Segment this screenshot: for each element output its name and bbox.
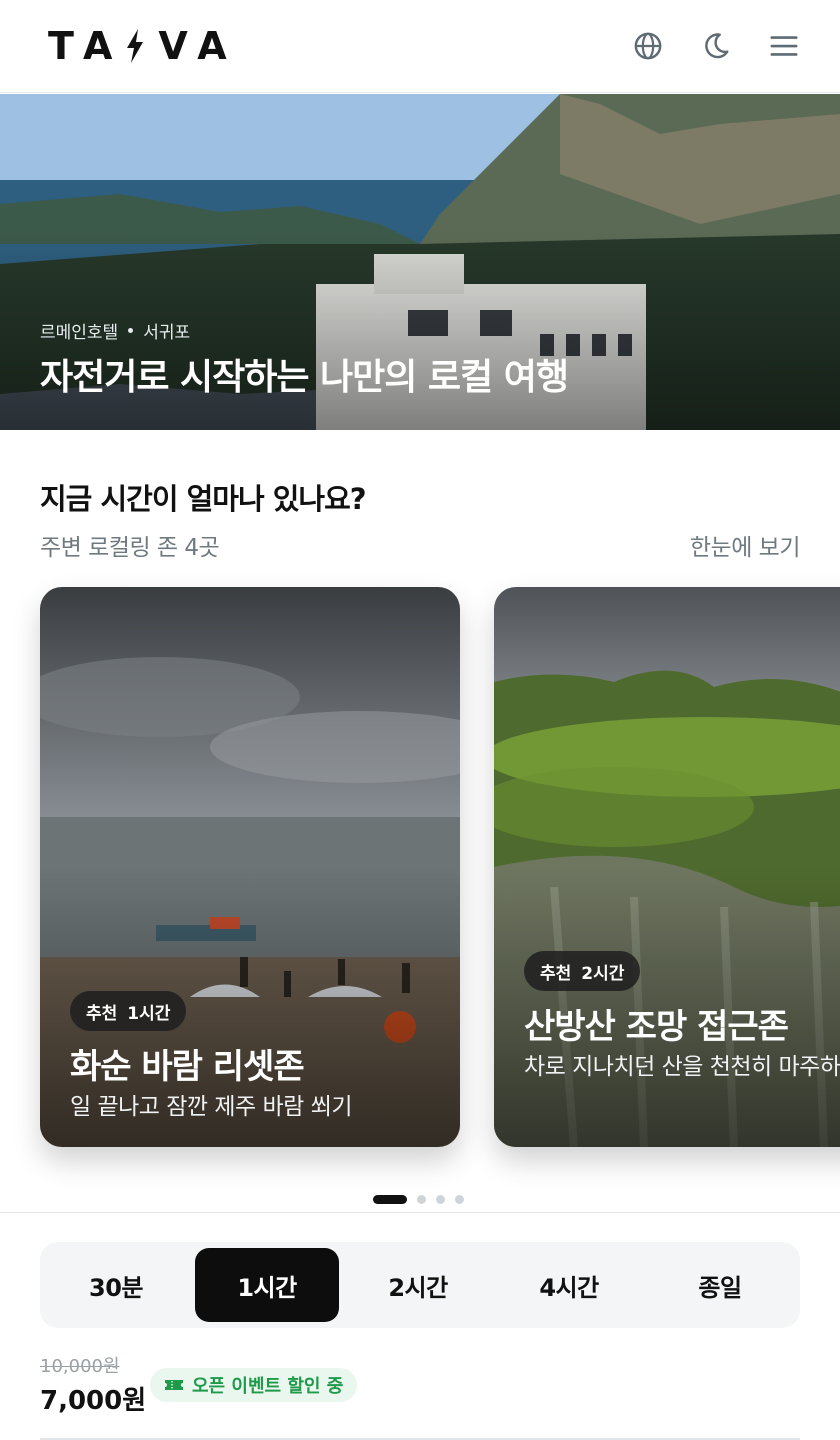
carousel-pager	[373, 1195, 464, 1204]
menu-icon[interactable]	[768, 30, 800, 62]
promo-badge: 오픈 이벤트 할인 중	[150, 1368, 358, 1402]
section-title: 지금 시간이 얼마나 있나요?	[40, 482, 367, 516]
hero-meta: 르메인호텔 서귀포	[40, 318, 190, 343]
hero-title: 자전거로 시작하는 나만의 로컬 여행	[40, 357, 569, 398]
time-option[interactable]: 1시간	[195, 1248, 339, 1322]
logo-text-left: TA	[48, 24, 125, 68]
header-actions	[632, 30, 800, 62]
card-description: 차로 지나치던 산을 천천히 마주하기	[524, 1054, 840, 1080]
time-option[interactable]: 종일	[648, 1248, 792, 1322]
top-header: TA VA	[0, 0, 840, 93]
recommend-badge: 추천 2시간	[524, 951, 641, 991]
time-option[interactable]: 4시간	[497, 1248, 641, 1322]
card-title: 화순 바람 리셋존	[70, 1047, 305, 1087]
time-selector: 30분 1시간 2시간 4시간 종일	[40, 1242, 800, 1328]
time-option[interactable]: 30분	[44, 1248, 188, 1322]
logo-text-right: VA	[158, 24, 239, 68]
badge-time: 2시간	[581, 963, 625, 984]
promo-text: 오픈 이벤트 할인 중	[192, 1376, 344, 1397]
recommend-badge: 추천 1시간	[70, 991, 187, 1031]
ticket-icon	[165, 1380, 183, 1390]
badge-label: 추천	[86, 1003, 118, 1024]
original-price: 10,000원	[40, 1356, 120, 1377]
card-description: 일 끝나고 잠깐 제주 바람 쐬기	[70, 1094, 352, 1120]
zone-card[interactable]: 추천 1시간 화순 바람 리셋존 일 끝나고 잠깐 제주 바람 쐬기	[40, 587, 460, 1147]
divider	[0, 1212, 840, 1213]
hero-area: 서귀포	[143, 323, 191, 343]
section-subtitle: 주변 로컬링 존 4곳	[40, 535, 220, 561]
app-screen: TA VA 르메인호텔 서귀포 자전거로 시작하는 나만의 로컬 여행 지금 시…	[0, 0, 840, 1440]
pager-dot[interactable]	[455, 1195, 464, 1204]
pager-dot[interactable]	[436, 1195, 445, 1204]
hero-banner[interactable]: 르메인호텔 서귀포 자전거로 시작하는 나만의 로컬 여행	[0, 94, 840, 430]
bolt-icon	[127, 29, 144, 63]
brand-logo[interactable]: TA VA	[48, 24, 239, 68]
time-option[interactable]: 2시간	[346, 1248, 490, 1322]
badge-label: 추천	[540, 963, 572, 984]
view-all-link[interactable]: 한눈에 보기	[690, 528, 801, 562]
pager-dot[interactable]	[373, 1195, 407, 1204]
card-title: 산방산 조망 접근존	[524, 1007, 789, 1047]
globe-icon[interactable]	[632, 30, 664, 62]
hero-hotel: 르메인호텔	[40, 323, 119, 343]
pager-dot[interactable]	[417, 1195, 426, 1204]
separator-dot	[128, 328, 134, 333]
badge-time: 1시간	[127, 1003, 171, 1024]
zone-card[interactable]: 추천 2시간 산방산 조망 접근존 차로 지나치던 산을 천천히 마주하기	[494, 587, 840, 1147]
moon-icon[interactable]	[700, 30, 732, 62]
current-price: 7,000원	[40, 1386, 147, 1416]
